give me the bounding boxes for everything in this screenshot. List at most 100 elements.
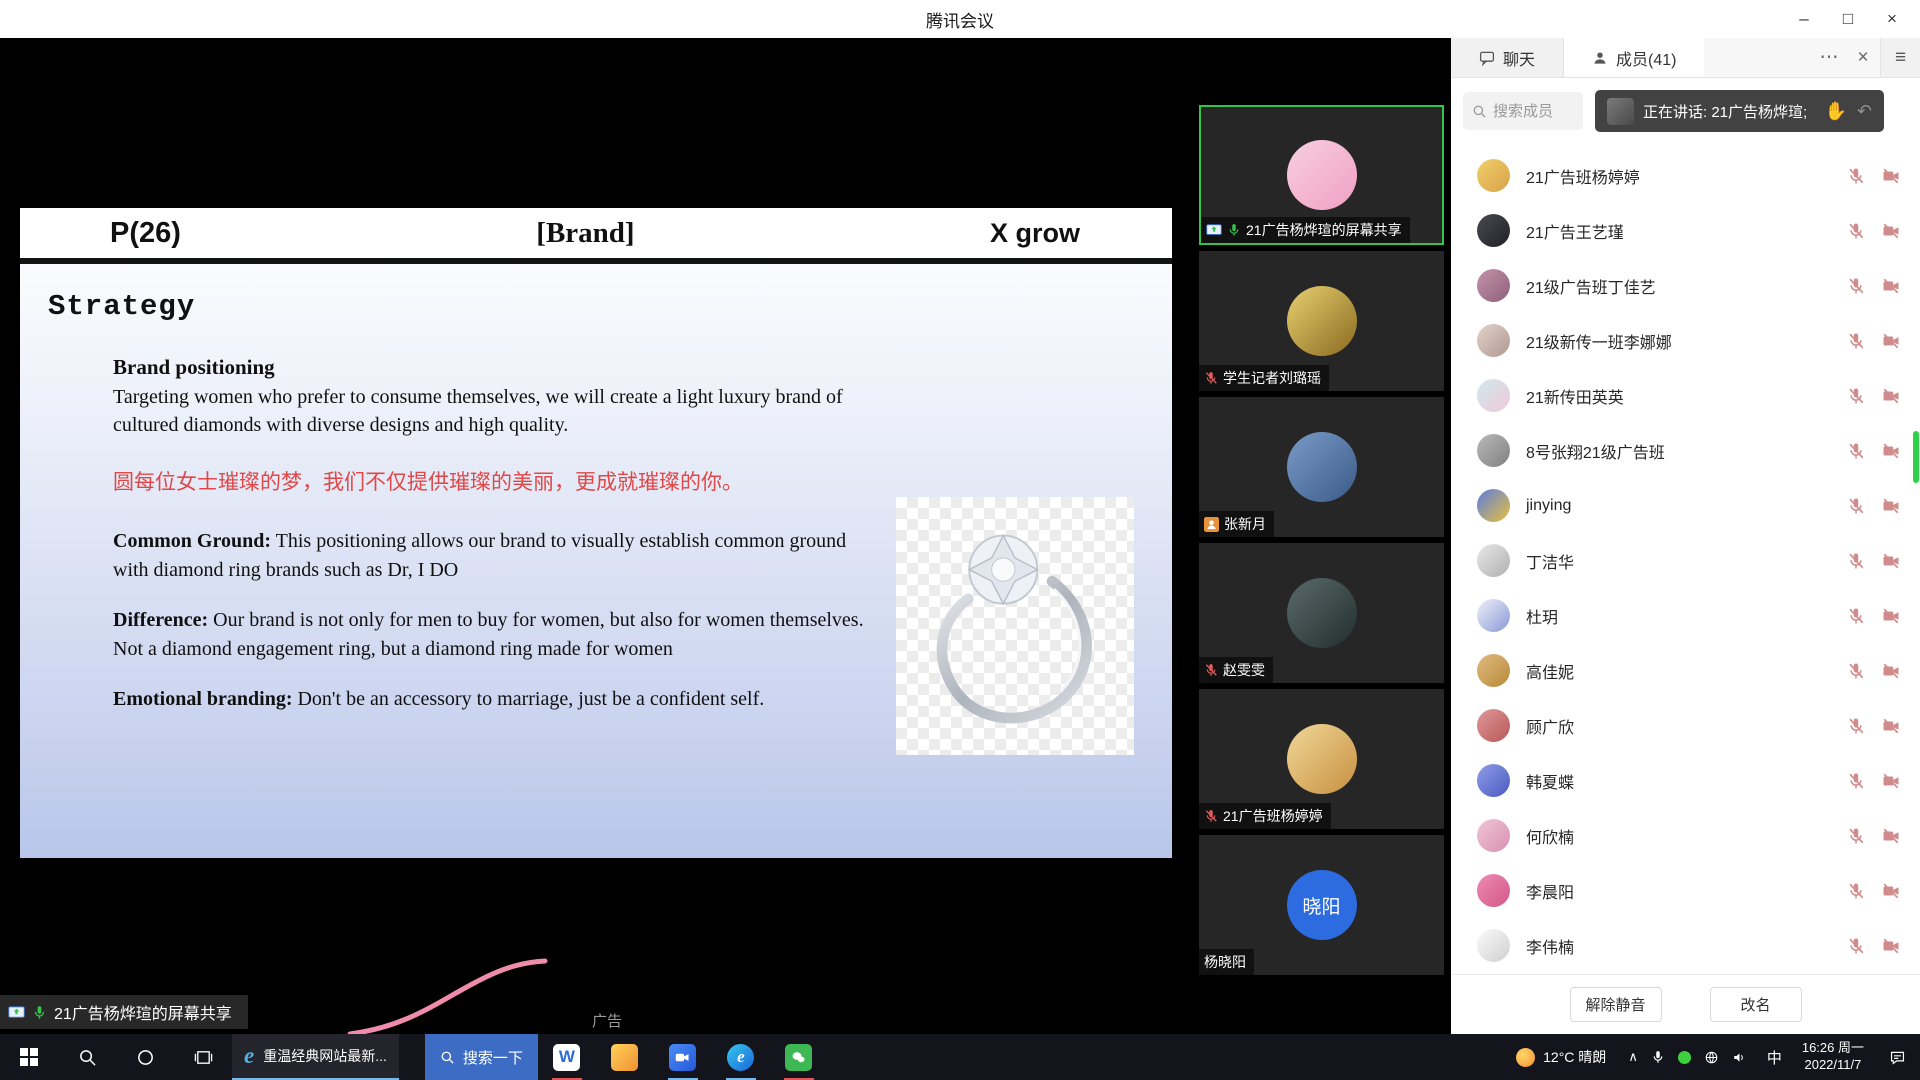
mic-muted-icon[interactable]: [1847, 772, 1865, 790]
member-name: 21级广告班丁佳艺: [1526, 274, 1656, 298]
wps-taskbar-icon[interactable]: W: [538, 1034, 596, 1080]
camera-off-icon[interactable]: [1882, 387, 1900, 405]
mic-muted-icon[interactable]: [1847, 442, 1865, 460]
video-thumbnail[interactable]: 赵雯雯: [1199, 543, 1444, 683]
minimize-button[interactable]: –: [1782, 0, 1826, 38]
brand-positioning-heading: Brand positioning: [113, 353, 883, 383]
reply-arrow-icon[interactable]: ↶: [1857, 101, 1872, 122]
app-taskbar-icon[interactable]: [596, 1034, 654, 1080]
member-row[interactable]: 丁洁华: [1451, 533, 1920, 588]
member-row[interactable]: 韩夏蝶: [1451, 753, 1920, 808]
camera-off-icon[interactable]: [1882, 717, 1900, 735]
rename-button[interactable]: 改名: [1710, 987, 1802, 1022]
tray-green-status-icon[interactable]: [1678, 1051, 1691, 1064]
show-hidden-icons-chevron[interactable]: ∧: [1628, 1049, 1638, 1065]
mic-on-icon: [32, 1005, 47, 1020]
camera-off-icon[interactable]: [1882, 497, 1900, 515]
mic-muted-icon[interactable]: [1847, 717, 1865, 735]
member-row[interactable]: 高佳妮: [1451, 643, 1920, 698]
panel-tabbar: 聊天 成员(41) ⋯ × ≡: [1451, 38, 1920, 78]
member-row[interactable]: jinying: [1451, 478, 1920, 533]
start-button[interactable]: [0, 1034, 58, 1080]
mic-muted-icon[interactable]: [1847, 167, 1865, 185]
taskbar-clock[interactable]: 16:26 周一 2022/11/7: [1792, 1040, 1874, 1074]
edge-icon: e: [727, 1044, 754, 1071]
member-row[interactable]: 李晨阳: [1451, 863, 1920, 918]
member-row[interactable]: 21新传田英英: [1451, 368, 1920, 423]
more-options-button[interactable]: ⋯: [1812, 46, 1846, 69]
camera-off-icon[interactable]: [1882, 222, 1900, 240]
taskbar-search-button[interactable]: [58, 1034, 116, 1080]
member-list-scrollbar[interactable]: [1913, 431, 1919, 483]
member-row[interactable]: 何欣楠: [1451, 808, 1920, 863]
member-row[interactable]: 21广告班杨婷婷: [1451, 148, 1920, 203]
tab-chat[interactable]: 聊天: [1451, 38, 1564, 77]
video-thumbnail[interactable]: 晓阳 杨晓阳: [1199, 835, 1444, 975]
video-label: 21广告杨烨瑄的屏幕共享: [1201, 217, 1410, 243]
mic-muted-icon[interactable]: [1847, 222, 1865, 240]
member-row[interactable]: 8号张翔21级广告班: [1451, 423, 1920, 478]
screen-share-overlay: 21广告杨烨瑄的屏幕共享: [0, 995, 248, 1029]
video-thumbnail[interactable]: 学生记者刘璐瑶: [1199, 251, 1444, 391]
camera-off-icon[interactable]: [1882, 607, 1900, 625]
action-center-button[interactable]: [1874, 1049, 1920, 1066]
meeting-taskbar-icon[interactable]: [654, 1034, 712, 1080]
edge-taskbar-icon[interactable]: e: [712, 1034, 770, 1080]
mic-muted-icon[interactable]: [1847, 387, 1865, 405]
panel-actions: ⋯ ×: [1812, 38, 1880, 77]
mic-muted-icon[interactable]: [1847, 607, 1865, 625]
close-button[interactable]: ×: [1870, 0, 1914, 38]
network-icon[interactable]: [1704, 1050, 1719, 1065]
mic-muted-icon[interactable]: [1847, 497, 1865, 515]
unmute-button[interactable]: 解除静音: [1570, 987, 1662, 1022]
input-method-indicator[interactable]: 中: [1757, 1047, 1792, 1068]
cortana-button[interactable]: [116, 1034, 174, 1080]
camera-off-icon[interactable]: [1882, 442, 1900, 460]
mic-muted-icon[interactable]: [1847, 937, 1865, 955]
member-row[interactable]: 杜玥: [1451, 588, 1920, 643]
close-panel-button[interactable]: ×: [1846, 47, 1880, 69]
camera-off-icon[interactable]: [1882, 167, 1900, 185]
member-row[interactable]: 李伟楠: [1451, 918, 1920, 973]
member-search-input[interactable]: [1493, 103, 1573, 120]
member-row[interactable]: 21广告王艺瑾: [1451, 203, 1920, 258]
mic-muted-icon[interactable]: [1847, 332, 1865, 350]
video-name: 张新月: [1224, 514, 1266, 534]
gesture-icon[interactable]: ✋: [1824, 101, 1846, 122]
camera-off-icon[interactable]: [1882, 662, 1900, 680]
emotional-branding-text: Don't be an accessory to marriage, just …: [292, 688, 764, 710]
maximize-button[interactable]: □: [1826, 0, 1870, 38]
member-list[interactable]: 21广告班杨婷婷 21广告王艺瑾 21级广告班丁: [1451, 144, 1920, 974]
tab-members[interactable]: 成员(41): [1564, 38, 1704, 77]
video-thumbnail[interactable]: 21广告班杨婷婷: [1199, 689, 1444, 829]
member-search-box[interactable]: [1463, 92, 1583, 130]
ie-taskbar-button[interactable]: e 重温经典网站最新...: [232, 1034, 399, 1080]
member-row[interactable]: 21级广告班丁佳艺: [1451, 258, 1920, 313]
camera-off-icon[interactable]: [1882, 332, 1900, 350]
mic-muted-icon[interactable]: [1847, 277, 1865, 295]
video-thumbnail-sharer[interactable]: 21广告杨烨瑄的屏幕共享: [1199, 105, 1444, 245]
member-row[interactable]: 顾广欣: [1451, 698, 1920, 753]
video-thumbnail[interactable]: 张新月: [1199, 397, 1444, 537]
camera-off-icon[interactable]: [1882, 552, 1900, 570]
mic-muted-icon[interactable]: [1847, 552, 1865, 570]
mic-muted-icon[interactable]: [1847, 662, 1865, 680]
mic-muted-icon[interactable]: [1847, 882, 1865, 900]
wechat-taskbar-icon[interactable]: [770, 1034, 828, 1080]
member-name: 顾广欣: [1526, 714, 1574, 738]
camera-off-icon[interactable]: [1882, 277, 1900, 295]
task-view-button[interactable]: [174, 1034, 232, 1080]
video-label: 学生记者刘璐瑶: [1199, 365, 1329, 391]
slide-header: P(26) [Brand] X grow: [20, 208, 1172, 264]
member-row[interactable]: 21级新传一班李娜娜: [1451, 313, 1920, 368]
camera-off-icon[interactable]: [1882, 827, 1900, 845]
weather-widget[interactable]: 12°C 晴朗: [1504, 1047, 1618, 1067]
camera-off-icon[interactable]: [1882, 772, 1900, 790]
panel-menu-button[interactable]: ≡: [1880, 38, 1920, 77]
mic-muted-icon[interactable]: [1847, 827, 1865, 845]
camera-off-icon[interactable]: [1882, 882, 1900, 900]
camera-off-icon[interactable]: [1882, 937, 1900, 955]
search-bar-button[interactable]: 搜索一下: [425, 1034, 538, 1080]
volume-icon[interactable]: [1732, 1050, 1747, 1065]
tray-mic-icon[interactable]: [1651, 1050, 1665, 1064]
